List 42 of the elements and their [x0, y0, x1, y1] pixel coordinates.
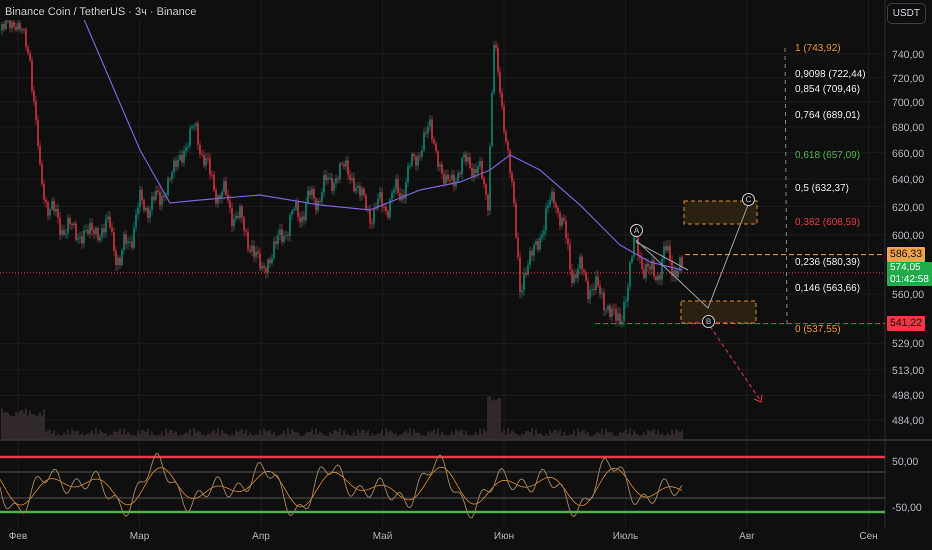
- price-axis-label: 620,00: [892, 202, 924, 214]
- price-tag: 586,33: [887, 246, 926, 262]
- fibonacci-level-label: 0,5 (632,37): [795, 182, 849, 196]
- time-axis-label: Фев: [8, 531, 28, 542]
- time-axis-label: Май: [372, 531, 392, 542]
- wave-label: C: [742, 193, 755, 206]
- price-axis-label: 513,00: [892, 364, 924, 377]
- fibonacci-level-label: 0,236 (580,39): [795, 256, 860, 270]
- price-axis-label: 498,00: [892, 390, 924, 402]
- price-axis-label: 560,00: [892, 289, 924, 302]
- price-axis-label: 700,00: [892, 96, 924, 109]
- time-axis-label: Апр: [252, 531, 270, 542]
- fibonacci-level-label: 0 (537,55): [795, 322, 841, 337]
- chart-title: Binance Coin / TetherUS · 3ч · Binance: [3, 4, 198, 20]
- time-axis-label: Авг: [739, 531, 755, 542]
- wave-label: B: [702, 315, 715, 328]
- fibonacci-level-label: 0,854 (709,46): [795, 83, 860, 98]
- time-axis-label: Сен: [859, 531, 878, 542]
- fibonacci-level-label: 1 (743,92): [795, 42, 841, 56]
- price-axis-label: 720,00: [892, 72, 924, 85]
- price-axis-label: 680,00: [892, 122, 924, 134]
- oscillator-axis-label: -50,00: [892, 502, 922, 514]
- fibonacci-level-label: 0,618 (657,09): [795, 149, 860, 164]
- price-axis-label: 600,00: [892, 230, 924, 242]
- wave-label: A: [630, 224, 643, 237]
- price-tag: 541,22: [887, 316, 926, 331]
- fibonacci-level-label: 0,382 (608,59): [795, 216, 860, 230]
- currency-button[interactable]: USDT: [886, 3, 926, 24]
- price-axis-label: 484,00: [892, 414, 924, 427]
- time-axis-label: Мар: [130, 531, 150, 542]
- fibonacci-level-label: 0,146 (563,66): [795, 282, 860, 296]
- price-axis-label: 740,00: [892, 49, 924, 61]
- time-axis-label: Июль: [612, 531, 638, 542]
- price-axis-label: 660,00: [892, 148, 924, 160]
- countdown-timer: 01:42:58: [890, 274, 929, 286]
- time-axis-label: Июн: [494, 531, 514, 542]
- price-axis-label: 529,00: [892, 338, 924, 350]
- price-axis-label: 640,00: [892, 174, 924, 186]
- last-price: 574,05: [890, 262, 922, 274]
- oscillator-axis-label: 50,00: [892, 456, 918, 468]
- fibonacci-level-label: 0,9098 (722,44): [795, 68, 866, 82]
- fibonacci-level-label: 0,764 (689,01): [795, 108, 860, 123]
